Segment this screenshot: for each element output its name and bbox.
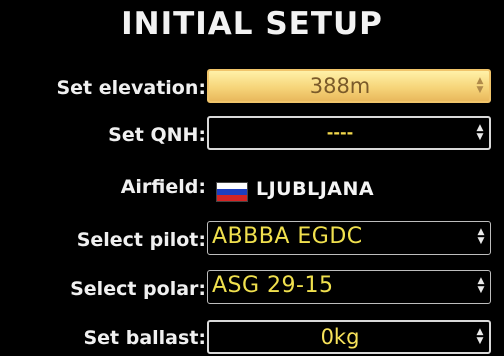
ballast-label: Set ballast: <box>83 327 206 349</box>
polar-value: ASG 29-15 <box>212 273 334 298</box>
stepper-icon[interactable]: ▲ ▼ <box>476 222 486 252</box>
stepper-icon[interactable]: ▲ ▼ <box>476 271 486 301</box>
slovenia-flag-icon <box>216 182 248 202</box>
pilot-value: ABBBA EGDC <box>212 224 363 249</box>
polar-label: Select polar: <box>70 278 206 300</box>
qnh-label: Set QNH: <box>108 124 206 146</box>
airfield-name: LJUBLJANA <box>256 178 375 200</box>
elevation-value: 388m <box>309 74 371 98</box>
stepper-icon[interactable]: ▲ ▼ <box>475 118 485 148</box>
pilot-select[interactable]: ABBBA EGDC ▲ ▼ <box>207 221 491 255</box>
polar-select[interactable]: ASG 29-15 ▲ ▼ <box>207 270 491 304</box>
elevation-field[interactable]: 388m ▲ ▼ <box>207 69 491 103</box>
pilot-label: Select pilot: <box>76 229 206 251</box>
setup-screen: INITIAL SETUP Set elevation: 388m ▲ ▼ Set… <box>0 0 504 356</box>
page-title: INITIAL SETUP <box>121 6 383 42</box>
stepper-icon[interactable]: ▲ ▼ <box>475 71 485 101</box>
qnh-value: ---- <box>326 123 354 142</box>
ballast-value: 0kg <box>320 325 360 349</box>
qnh-field[interactable]: ---- ▲ ▼ <box>207 116 491 150</box>
stepper-icon[interactable]: ▲ ▼ <box>475 322 485 352</box>
elevation-label: Set elevation: <box>56 77 206 99</box>
ballast-field[interactable]: 0kg ▲ ▼ <box>207 320 491 354</box>
airfield-label: Airfield: <box>120 176 206 198</box>
